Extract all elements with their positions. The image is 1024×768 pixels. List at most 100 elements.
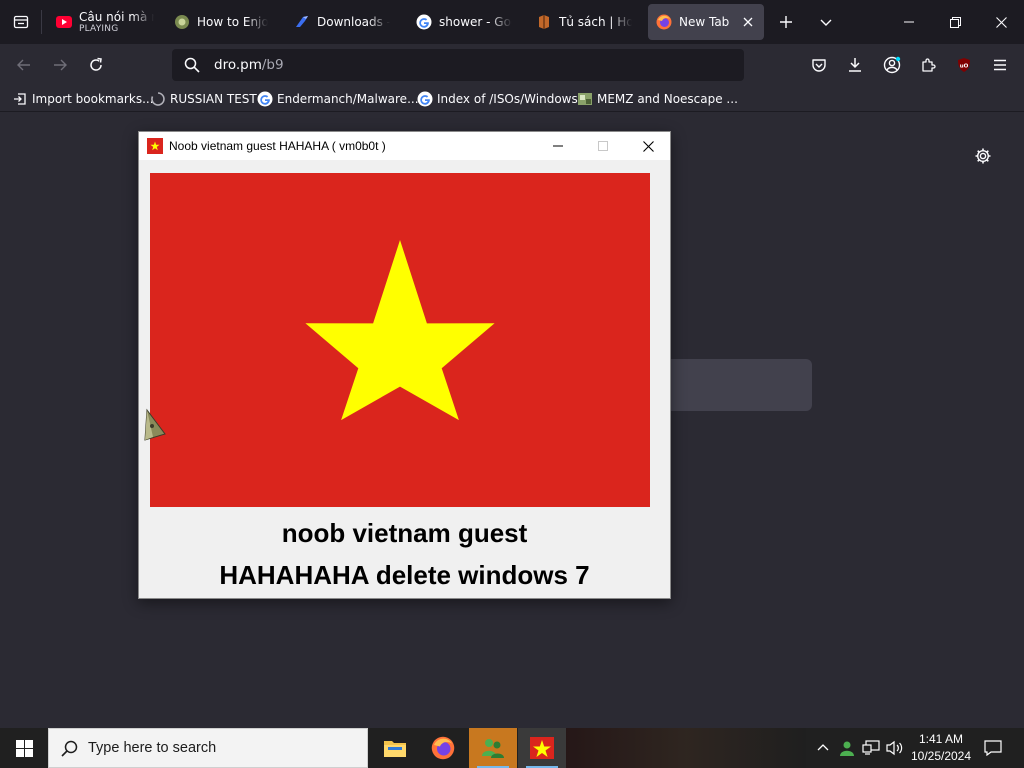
bookmark-label: Import bookmarks...	[32, 92, 154, 106]
tab-title: Downloads - B	[317, 15, 390, 29]
tab-how-to-enjoy[interactable]: How to Enjoy	[166, 4, 276, 40]
bookmark-label: Endermanch/Malware...	[277, 92, 419, 106]
taskbar-background-strip	[566, 728, 806, 768]
popup-titlebar[interactable]: Noob vietnam guest HAHAHA ( vm0b0t )	[139, 132, 670, 160]
downloads-button[interactable]	[839, 49, 871, 81]
reload-button[interactable]	[80, 49, 112, 81]
ublock-button[interactable]: uO	[948, 49, 980, 81]
list-all-tabs-button[interactable]	[810, 6, 842, 38]
bookmarks-toolbar: Import bookmarks... RUSSIAN TEST Enderma…	[0, 86, 1024, 112]
restore-button[interactable]	[932, 0, 978, 44]
taskbar-clock[interactable]: 1:41 AM 10/25/2024	[906, 731, 976, 765]
account-icon	[883, 56, 901, 74]
loading-icon	[150, 91, 166, 107]
reload-icon	[90, 57, 102, 71]
account-button[interactable]	[876, 49, 908, 81]
google-icon	[257, 91, 273, 107]
network-icon	[862, 740, 880, 755]
taskbar-users-app[interactable]	[469, 728, 517, 768]
bookmark-memz[interactable]: MEMZ and Noescape ...	[577, 90, 738, 108]
popup-maximize-button[interactable]	[580, 132, 626, 160]
image-icon	[577, 91, 593, 107]
show-hidden-icons-button[interactable]	[812, 728, 834, 768]
minimize-button[interactable]	[886, 0, 932, 44]
bookmark-endermanch-malware[interactable]: Endermanch/Malware...	[257, 90, 419, 108]
app-menu-button[interactable]	[984, 49, 1016, 81]
tab-title: Tủ sách | Hoc1	[559, 15, 632, 29]
extensions-button[interactable]	[912, 49, 944, 81]
bird-icon	[294, 14, 310, 30]
tab-tu-sach[interactable]: Tủ sách | Hoc1	[528, 4, 640, 40]
taskbar-firefox[interactable]	[419, 728, 467, 768]
bookmark-russian-test[interactable]: RUSSIAN TEST	[150, 90, 257, 108]
taskbar-prank-window[interactable]	[518, 728, 566, 768]
bookmark-label: RUSSIAN TEST	[170, 92, 257, 106]
url-text: dro.pm/b9	[214, 57, 284, 73]
puzzle-icon	[922, 58, 936, 72]
forward-button[interactable]	[44, 49, 76, 81]
taskbar-search-box[interactable]: Type here to search	[48, 728, 368, 768]
bookmark-label: MEMZ and Noescape ...	[597, 92, 738, 106]
popup-close-button[interactable]	[625, 132, 671, 160]
close-icon	[642, 140, 654, 152]
tab-strip: Câu nói mà nh PLAYING How to Enjoy Downl…	[0, 0, 1024, 44]
search-icon	[184, 57, 200, 73]
taskbar-file-explorer[interactable]	[371, 728, 419, 768]
tab-title: New Tab	[679, 15, 730, 29]
tab-new-tab[interactable]: New Tab	[648, 4, 764, 40]
flag-star	[305, 240, 495, 421]
notifications-button[interactable]	[978, 728, 1008, 768]
bookmark-import[interactable]: Import bookmarks...	[12, 90, 154, 108]
firefox-view-button[interactable]	[0, 0, 42, 44]
arrow-right-icon	[54, 59, 67, 71]
restore-icon	[949, 16, 961, 28]
popup-minimize-button[interactable]	[535, 132, 581, 160]
volume-button[interactable]	[884, 728, 906, 768]
url-path: /b9	[261, 57, 284, 73]
user-tray-icon	[840, 741, 854, 756]
taskbar-search-placeholder: Type here to search	[88, 740, 217, 756]
plus-icon	[780, 16, 792, 28]
close-icon	[743, 17, 753, 27]
users-icon	[482, 739, 504, 758]
bookmark-label: Index of /ISOs/Windows	[437, 92, 578, 106]
tab-title: How to Enjoy	[197, 15, 268, 29]
address-bar[interactable]: dro.pm/b9	[172, 49, 744, 81]
new-tab-button[interactable]	[770, 6, 802, 38]
close-window-button[interactable]	[978, 0, 1024, 44]
pyramid-cursor-icon	[144, 408, 166, 441]
windows-taskbar: Type here to search 1:41 AM 10/25/2024	[0, 728, 1024, 768]
tab-downloads[interactable]: Downloads - B	[286, 4, 398, 40]
book-icon	[536, 14, 552, 30]
minimize-icon	[553, 145, 563, 147]
prank-popup-window: Noob vietnam guest HAHAHA ( vm0b0t ) noo…	[138, 131, 671, 599]
start-button[interactable]	[0, 728, 48, 768]
url-host: dro.pm	[214, 57, 262, 73]
navigation-toolbar: dro.pm/b9 uO	[0, 44, 1024, 86]
windows-logo-icon	[15, 739, 33, 757]
hamburger-menu-icon	[994, 59, 1006, 71]
minimize-icon	[904, 21, 914, 23]
search-icon	[61, 740, 78, 757]
pocket-button[interactable]	[803, 49, 835, 81]
bookmark-index-isos[interactable]: Index of /ISOs/Windows	[417, 90, 578, 108]
arrow-left-icon	[17, 59, 30, 71]
firefox-icon	[656, 14, 672, 30]
vietnam-flag-icon	[530, 737, 554, 759]
chevron-up-icon	[817, 744, 829, 751]
tab-close-button[interactable]	[740, 14, 756, 30]
vietnam-flag-icon	[147, 138, 163, 154]
pocket-icon	[812, 59, 826, 72]
back-button[interactable]	[8, 49, 40, 81]
youtube-icon	[56, 14, 72, 30]
site-globe-icon	[174, 14, 190, 30]
folder-icon	[384, 741, 406, 757]
tray-users-icon-button[interactable]	[836, 728, 858, 768]
personalize-button[interactable]	[970, 143, 996, 169]
firefox-view-icon	[13, 15, 29, 29]
google-icon	[416, 14, 432, 30]
network-button[interactable]	[860, 728, 882, 768]
tab-shower-google[interactable]: shower - Goog	[408, 4, 520, 40]
gear-icon	[975, 148, 991, 164]
tab-youtube[interactable]: Câu nói mà nh PLAYING	[48, 4, 162, 40]
